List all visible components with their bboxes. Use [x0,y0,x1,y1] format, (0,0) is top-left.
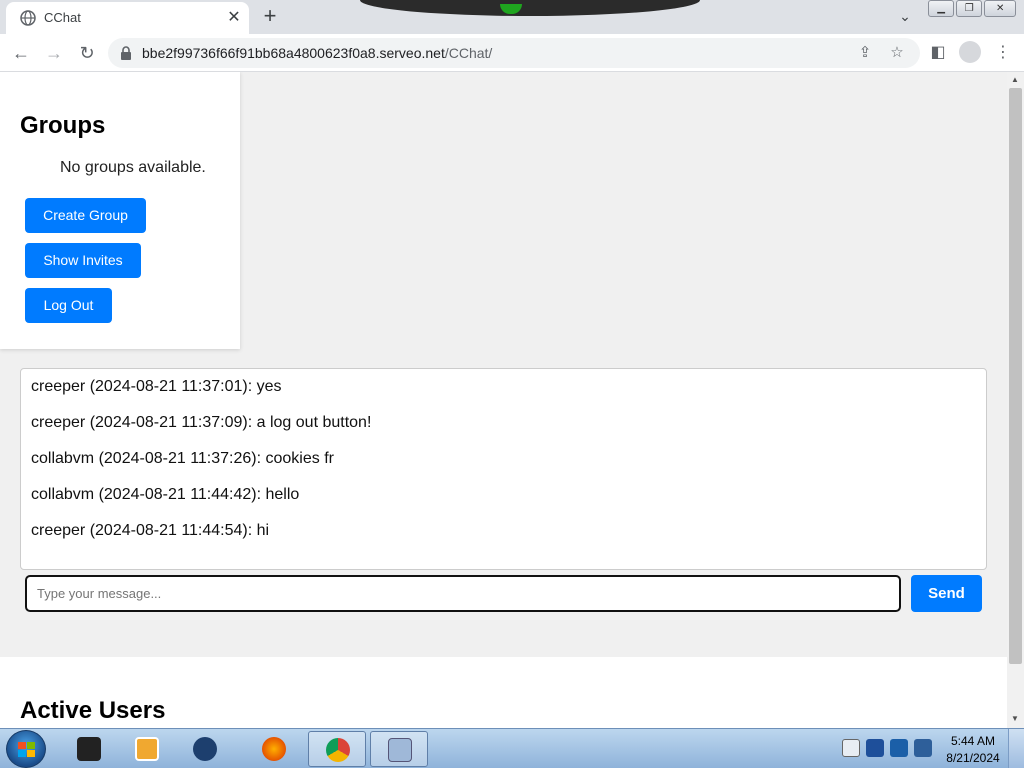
taskbar-media-player[interactable] [118,731,176,767]
log-out-button[interactable]: Log Out [25,288,112,323]
tray-shield-icon[interactable] [866,739,884,757]
new-tab-button[interactable]: + [258,4,282,28]
app-window-icon [388,738,412,762]
show-invites-button[interactable]: Show Invites [25,243,141,278]
scroll-up-icon[interactable]: ▲ [1011,75,1019,84]
globe-icon [20,10,36,26]
message-list[interactable]: creeper (2024-08-21 11:37:01): yes creep… [20,368,987,570]
lock-icon [121,46,131,60]
browser-tabstrip: CChat ✕ + ⌄ ▁ ❐ ✕ [0,0,1024,34]
globe-app-icon [193,737,217,761]
media-player-icon [135,737,159,761]
url-text: bbe2f99736f66f91bb68a4800623f0a8.serveo.… [142,45,492,61]
message-item: collabvm (2024-08-21 11:44:42): hello [31,486,300,503]
overlay-indicator [500,4,522,14]
clock-time[interactable]: 5:44 AM [945,734,1001,748]
desktop-overlay [360,0,700,16]
message-item: creeper (2024-08-21 11:37:09): a log out… [31,414,372,431]
scroll-down-icon[interactable]: ▼ [1011,714,1019,723]
forward-arrow-icon[interactable]: → [43,42,65,64]
active-users-heading: Active Users [20,697,166,724]
taskbar-terminal[interactable] [60,731,118,767]
show-desktop-button[interactable] [1008,729,1024,768]
bookmark-star-icon[interactable]: ☆ [888,44,906,62]
create-group-button[interactable]: Create Group [25,198,146,233]
tab-title: CChat [44,10,81,25]
taskbar: 5:44 AM 8/21/2024 [0,728,1024,768]
start-button[interactable] [6,730,46,768]
browser-tab[interactable]: CChat ✕ [6,2,249,34]
taskbar-firefox[interactable] [245,731,303,767]
windows-logo-icon [18,742,35,757]
page-scrollbar[interactable]: ▲ ▼ [1007,72,1024,728]
tray-volume-icon[interactable] [914,739,932,757]
groups-panel: Groups No groups available. Create Group… [0,72,240,349]
chrome-icon [326,738,350,762]
page-viewport: Groups No groups available. Create Group… [0,72,1007,728]
message-item: creeper (2024-08-21 11:37:01): yes [31,378,282,395]
back-arrow-icon[interactable]: ← [10,42,32,64]
no-groups-text: No groups available. [60,159,206,176]
menu-kebab-icon[interactable]: ⋮ [992,42,1014,64]
message-item: collabvm (2024-08-21 11:37:26): cookies … [31,450,334,467]
minimize-icon[interactable]: ▁ [928,0,955,17]
close-window-icon[interactable]: ✕ [984,0,1016,17]
close-tab-icon[interactable]: ✕ [224,8,244,28]
share-icon[interactable]: ⇪ [856,44,874,62]
firefox-icon [262,737,286,761]
taskbar-app[interactable] [176,731,234,767]
taskbar-chrome[interactable] [308,731,366,767]
scrollbar-thumb[interactable] [1009,88,1022,664]
clock-date[interactable]: 8/21/2024 [945,751,1001,765]
url-path: /CChat/ [444,45,493,61]
tab-search-icon[interactable]: ⌄ [895,8,915,28]
active-users-section: Active Users [0,657,1007,728]
address-bar[interactable]: bbe2f99736f66f91bb68a4800623f0a8.serveo.… [108,38,920,68]
maximize-icon[interactable]: ❐ [956,0,983,17]
message-item: creeper (2024-08-21 11:44:54): hi [31,522,270,539]
profile-avatar-icon[interactable] [959,41,981,63]
browser-toolbar: ← → ↻ bbe2f99736f66f91bb68a4800623f0a8.s… [0,34,1024,72]
url-host: bbe2f99736f66f91bb68a4800623f0a8.serveo.… [142,45,445,61]
terminal-icon [77,737,101,761]
groups-heading: Groups [20,112,106,139]
side-panel-icon[interactable]: ◧ [927,42,949,64]
tray-expand-icon[interactable] [842,739,860,757]
tray-network-icon[interactable] [890,739,908,757]
send-button[interactable]: Send [911,575,982,612]
taskbar-app-2[interactable] [370,731,428,767]
window-controls: ▁ ❐ ✕ [928,0,1018,18]
message-input[interactable] [25,575,901,612]
reload-icon[interactable]: ↻ [76,42,98,64]
